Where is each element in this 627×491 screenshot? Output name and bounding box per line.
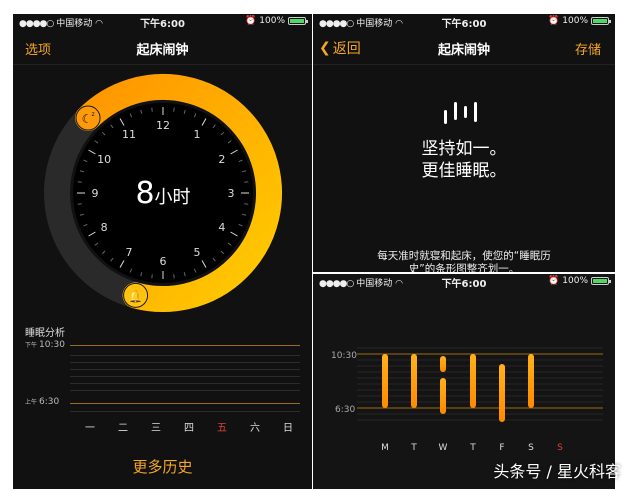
clock-number: 2 (218, 153, 225, 166)
chart-gridline (70, 369, 300, 370)
clock-number: 6 (160, 255, 167, 268)
clock-tick (151, 274, 153, 279)
chart-line-bedtime (70, 345, 300, 346)
slogan: 坚持如一。 更佳睡眠。 (421, 139, 507, 181)
clock-tick (173, 107, 175, 112)
clock-number: 3 (228, 187, 235, 200)
page-title: 起床闹钟 (136, 43, 189, 58)
clock-number: 9 (92, 187, 99, 200)
description: 每天准时就寝和起床，使您的“睡眠历 史”的条形图整齐划一。 (377, 250, 551, 272)
more-history-button[interactable]: 更多历史 (13, 456, 312, 477)
duration-unit: 小时 (155, 187, 191, 208)
weekday-label: F (499, 443, 504, 453)
weekday-label: T (469, 443, 476, 453)
bedtime-screen: ●●●●○ 中国移动 ◠ 下午6:00 ⏰ 100% 选项 起床闹钟 12 1 2 3 4 5… (13, 14, 312, 489)
clock-tick (244, 203, 249, 205)
chart-gridline (70, 355, 300, 356)
weekday-label: W (439, 443, 448, 453)
battery-percent: 100% (562, 276, 588, 286)
weekday-label: S (528, 443, 534, 453)
wake-handle[interactable]: 🔔 (123, 282, 149, 308)
chart-gridline (70, 376, 300, 377)
chart-gridline (70, 411, 300, 412)
y-label-top: 10:30 (331, 351, 357, 361)
clock-number: 8 (101, 221, 108, 234)
weekday-label: 六 (250, 423, 260, 434)
status-bar: ●●●●○ 中国移动 ◠ 下午6:00 ⏰ 100% (313, 14, 615, 30)
intro-screen: ●●●●○ 中国移动 ◠ 下午6:00 ⏰ 100% ❮ 返回 起床闹钟 存储 坚持如… (313, 14, 615, 272)
clock-number: 7 (126, 246, 133, 259)
chart-gridline (70, 383, 300, 384)
chart-bottom-label: 上午 6:30 (25, 397, 60, 407)
alarm-icon: ⏰ (245, 16, 257, 26)
save-button[interactable]: 存储 (575, 39, 601, 58)
clock-number: 4 (218, 221, 225, 234)
bell-icon: 🔔 (128, 289, 143, 303)
weekday-label: S (557, 443, 563, 453)
clock-tick (77, 181, 82, 183)
weekday-row: 一二三四五六日 (85, 419, 293, 434)
sleep-wave-icon (444, 102, 477, 124)
clock-tick (244, 181, 249, 183)
sleep-bar (440, 378, 446, 414)
zzz-icon: z (91, 111, 94, 118)
chart-top-label: 下午 10:30 (25, 340, 65, 350)
clock-tick (77, 203, 82, 205)
watermark: 头条号 / 星火科客 (493, 462, 621, 481)
battery-icon (591, 277, 611, 285)
clock-number: 5 (194, 246, 201, 259)
bedtime-dial[interactable]: 121234567891011 8小时 ☾ z 🔔 (13, 64, 312, 324)
sleep-bar (499, 364, 505, 422)
alarm-icon: ⏰ (548, 276, 560, 286)
clock-number: 1 (194, 128, 201, 141)
battery-icon (591, 17, 611, 25)
weekday-label: 日 (283, 423, 293, 434)
weekday-label: 三 (151, 423, 161, 434)
weekday-label: M (381, 443, 389, 453)
sleep-bar (382, 354, 388, 408)
battery-percent: 100% (259, 16, 285, 26)
nav-bar: 选项 起床闹钟 (13, 30, 312, 65)
chart-gridline (70, 390, 300, 391)
weekday-label: 五 (217, 423, 227, 434)
weekday-label: 一 (85, 423, 95, 434)
clock-number: 10 (97, 153, 111, 166)
status-bar: ●●●●○ 中国移动 ◠ 下午6:00 ⏰ 100% (313, 274, 615, 290)
weekday-label: 四 (184, 423, 194, 434)
sleep-analysis-title: 睡眠分析 (25, 328, 65, 339)
battery-icon (288, 17, 308, 25)
sleep-bar (411, 354, 417, 408)
clock-tick (173, 274, 175, 279)
page-title: 起床闹钟 (437, 43, 490, 58)
weekday-label: 二 (118, 423, 128, 434)
chart-line-waketime (70, 403, 300, 404)
clock-number: 12 (156, 119, 170, 132)
sleep-bar (440, 356, 446, 372)
clock-number: 11 (122, 128, 136, 141)
status-bar: ●●●●○ 中国移动 ◠ 下午6:00 ⏰ 100% (13, 14, 312, 30)
alarm-icon: ⏰ (548, 16, 560, 26)
nav-bar: ❮ 返回 起床闹钟 存储 (313, 30, 615, 65)
duration-number: 8 (135, 176, 154, 211)
chart-gridline (70, 362, 300, 363)
clock-tick (151, 107, 153, 112)
y-label-bottom: 6:30 (335, 405, 355, 415)
weekday-label: T (410, 443, 417, 453)
sleep-bar (470, 354, 476, 408)
battery-percent: 100% (562, 16, 588, 26)
bedtime-handle[interactable]: ☾ z (75, 105, 101, 131)
sleep-bar (528, 354, 534, 408)
sleep-history-screen: ●●●●○ 中国移动 ◠ 下午6:00 ⏰ 100% 10:30 6:30 M T W T… (313, 274, 615, 489)
